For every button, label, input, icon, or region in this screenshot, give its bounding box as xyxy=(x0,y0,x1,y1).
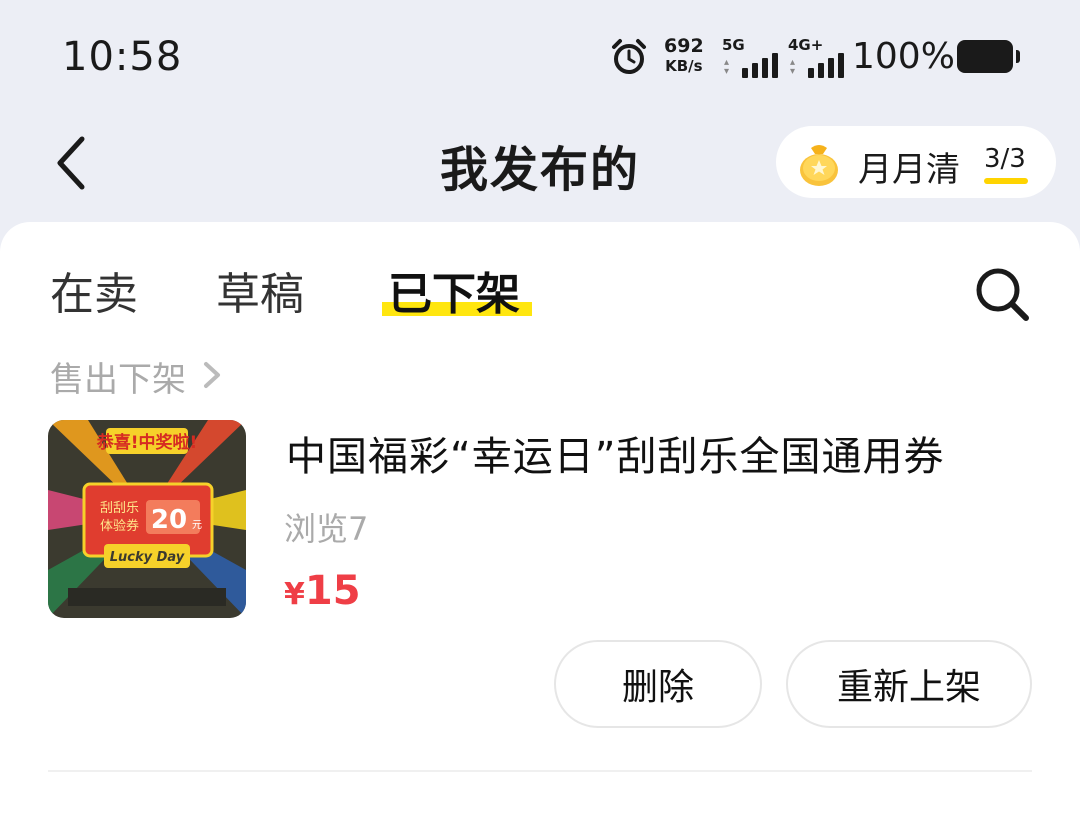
battery-percent: 100% xyxy=(852,36,955,77)
tab-drafts[interactable]: 草稿 xyxy=(216,258,304,322)
content-card: 在卖 草稿 已下架 售出下架 恭喜!中奖啦! 刮刮乐 体验券 20 元 Luck… xyxy=(0,222,1080,822)
status-time: 10:58 xyxy=(62,34,183,80)
signal-icon: 5G ▴ ▾ xyxy=(722,36,778,78)
tab-removed[interactable]: 已下架 xyxy=(388,258,520,322)
sim1-label: 5G xyxy=(722,36,745,54)
item-views: 浏览7 xyxy=(284,510,369,548)
item-thumbnail[interactable]: 恭喜!中奖啦! 刮刮乐 体验券 20 元 Lucky Day xyxy=(48,420,246,618)
item-title[interactable]: 中国福彩“幸运日”刮刮乐全国通用券 xyxy=(286,424,944,482)
network-speed-unit: KB/s xyxy=(665,57,703,75)
network-speed: 692 KB/s xyxy=(664,36,704,76)
thumb-ribbon: Lucky Day xyxy=(110,550,185,565)
sim2-label: 4G+ xyxy=(788,36,824,54)
tab-on-sale[interactable]: 在卖 xyxy=(50,258,138,322)
tab-bar: 在卖 草稿 已下架 xyxy=(0,222,1080,332)
price-value: 15 xyxy=(304,568,361,614)
status-bar: 10:58 692 KB/s 5G ▴ ▾ 4G+ ▴ ▾ 100% xyxy=(0,0,1080,110)
search-icon[interactable] xyxy=(970,262,1034,326)
monthly-clear-label: 月月清 xyxy=(858,150,960,190)
divider xyxy=(48,770,1032,772)
battery-icon xyxy=(957,40,1020,73)
alarm-icon xyxy=(612,39,646,74)
thumb-ticket-line2: 体验券 xyxy=(100,518,139,534)
thumb-ticket-line1: 刮刮乐 xyxy=(100,501,139,516)
chevron-right-icon xyxy=(204,362,220,388)
signal-bars xyxy=(808,53,844,78)
network-speed-value: 692 xyxy=(664,35,704,57)
price-currency: ¥ xyxy=(284,577,305,612)
relist-button[interactable]: 重新上架 xyxy=(786,640,1032,728)
signal-bars xyxy=(742,53,778,78)
signal-icon: 4G+ ▴ ▾ xyxy=(788,36,844,78)
data-arrows-icon: ▴ ▾ xyxy=(724,57,730,77)
thumb-amount: 20 xyxy=(151,505,187,535)
count-underline xyxy=(984,178,1028,184)
monthly-clear-count: 3/3 xyxy=(984,144,1026,174)
lottery-ticket-image: 恭喜!中奖啦! 刮刮乐 体验券 20 元 Lucky Day xyxy=(48,420,246,618)
money-bag-icon xyxy=(800,145,838,186)
thumb-amount-unit: 元 xyxy=(192,520,202,531)
delete-button[interactable]: 删除 xyxy=(554,640,762,728)
item-price: ¥15 xyxy=(284,568,361,614)
section-sold-removed[interactable]: 售出下架 xyxy=(50,352,186,401)
thumb-banner: 恭喜!中奖啦! xyxy=(96,432,198,453)
data-arrows-icon: ▴ ▾ xyxy=(790,57,796,77)
